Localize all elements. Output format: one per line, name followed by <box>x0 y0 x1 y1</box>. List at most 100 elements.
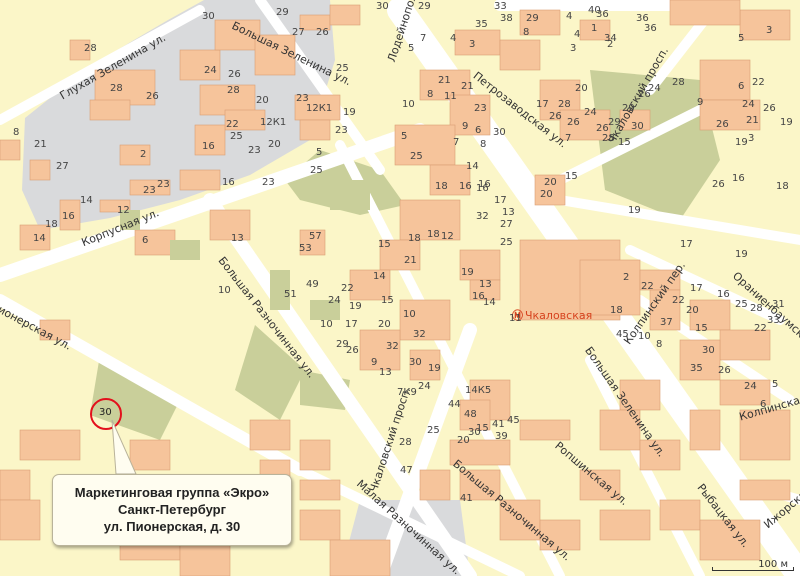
house-number: 16 <box>478 179 491 190</box>
house-number: 20 <box>544 177 557 188</box>
house-number: 19 <box>461 267 474 278</box>
house-number: 41 <box>492 419 505 430</box>
house-number: 31 <box>772 299 785 310</box>
house-number: 3 <box>469 39 476 50</box>
house-number: 23 <box>157 179 170 190</box>
house-number: 25 <box>410 151 423 162</box>
house-number: 25 <box>230 131 243 142</box>
house-number: 6 <box>475 125 482 136</box>
house-number: 26 <box>763 103 776 114</box>
house-number: 11 <box>444 91 457 102</box>
house-number: 30 <box>468 427 481 438</box>
house-number: 30 <box>202 11 215 22</box>
house-number: 20 <box>540 189 553 200</box>
house-number: 22 <box>341 283 354 294</box>
house-number: 29 <box>526 13 539 24</box>
house-number: 8 <box>13 127 20 138</box>
house-number: 28 <box>110 83 123 94</box>
scale-bar-line <box>712 567 794 571</box>
house-number: 28 <box>558 99 571 110</box>
house-number: 17 <box>494 195 507 206</box>
house-number: 10 <box>218 285 231 296</box>
house-number: 2 <box>623 272 630 283</box>
house-number: 26 <box>228 69 241 80</box>
house-number: 19 <box>349 301 362 312</box>
house-number: 21 <box>34 139 47 150</box>
house-number: 23 <box>474 103 487 114</box>
house-number: 16 <box>717 289 730 300</box>
house-number: 15 <box>381 295 394 306</box>
house-number: 7К9 <box>397 387 417 398</box>
house-number: 30 <box>376 1 389 12</box>
house-number: 6 <box>142 235 149 246</box>
house-number: 18 <box>45 219 58 230</box>
house-number: 9 <box>371 357 378 368</box>
house-number: 14 <box>373 271 386 282</box>
house-number: 45 <box>507 415 520 426</box>
house-number: 20 <box>378 319 391 330</box>
house-number: 26 <box>567 117 580 128</box>
house-number: 36 <box>596 9 609 20</box>
house-number: 41 <box>460 493 473 504</box>
house-number: 16 <box>202 141 215 152</box>
house-number: 24 <box>418 381 431 392</box>
house-number: 5 <box>401 131 408 142</box>
house-number: 26 <box>146 91 159 102</box>
house-number: 24 <box>648 83 661 94</box>
marker-house-number[interactable]: 30 <box>99 408 112 418</box>
house-number: 23 <box>335 125 348 136</box>
house-number: 19 <box>628 205 641 216</box>
house-number: 5 <box>738 33 745 44</box>
house-number: 30 <box>702 345 715 356</box>
house-number: 29 <box>418 1 431 12</box>
house-number: 7 <box>420 33 427 44</box>
house-number: 33 <box>767 315 780 326</box>
house-number: 12К1 <box>260 117 287 128</box>
house-number: 9 <box>697 97 704 108</box>
house-number: 29 <box>608 117 621 128</box>
house-number: 8 <box>480 139 487 150</box>
house-number: 7 <box>565 133 572 144</box>
house-number: 20 <box>575 83 588 94</box>
house-number: 18 <box>408 233 421 244</box>
house-number: 24 <box>328 295 341 306</box>
house-number: 24 <box>204 65 217 76</box>
house-number: 11 <box>509 313 522 324</box>
house-number: 39 <box>495 431 508 442</box>
house-number: 18 <box>610 305 623 316</box>
house-number: 13 <box>231 233 244 244</box>
house-number: 12 <box>117 205 130 216</box>
house-number: 2 <box>607 39 614 50</box>
house-number: 27 <box>56 161 69 172</box>
house-number: 24 <box>742 99 755 110</box>
house-number: 45 <box>616 329 629 340</box>
house-number: 17 <box>536 99 549 110</box>
house-number: 15 <box>618 137 631 148</box>
house-number: 8 <box>523 27 530 38</box>
house-number: 28 <box>84 43 97 54</box>
house-number: 14К5 <box>465 385 492 396</box>
house-number: 30 <box>409 357 422 368</box>
house-number: 48 <box>464 409 477 420</box>
house-number: 20 <box>256 95 269 106</box>
house-number: 7 <box>453 137 460 148</box>
house-number: 28 <box>227 85 240 96</box>
house-number: 36 <box>644 23 657 34</box>
house-number: 25 <box>735 299 748 310</box>
metro-station-label[interactable]: Ⓜ Чкаловская <box>512 307 592 323</box>
house-number: 4 <box>566 11 573 22</box>
map-view[interactable]: Глухая Зеленина ул. Большая Зеленина ул.… <box>0 0 800 576</box>
house-number: 19 <box>343 107 356 118</box>
house-number: 49 <box>306 279 319 290</box>
house-number: 18 <box>776 181 789 192</box>
house-number: 25 <box>310 165 323 176</box>
house-number: 8 <box>427 89 434 100</box>
house-number: 20 <box>457 435 470 446</box>
house-number: 12К1 <box>306 103 333 114</box>
house-number: 26 <box>716 119 729 130</box>
house-number: 38 <box>500 13 513 24</box>
house-number: 29 <box>276 7 289 18</box>
house-number: 37 <box>660 317 673 328</box>
house-number: 47 <box>400 465 413 476</box>
house-number: 24 <box>584 107 597 118</box>
